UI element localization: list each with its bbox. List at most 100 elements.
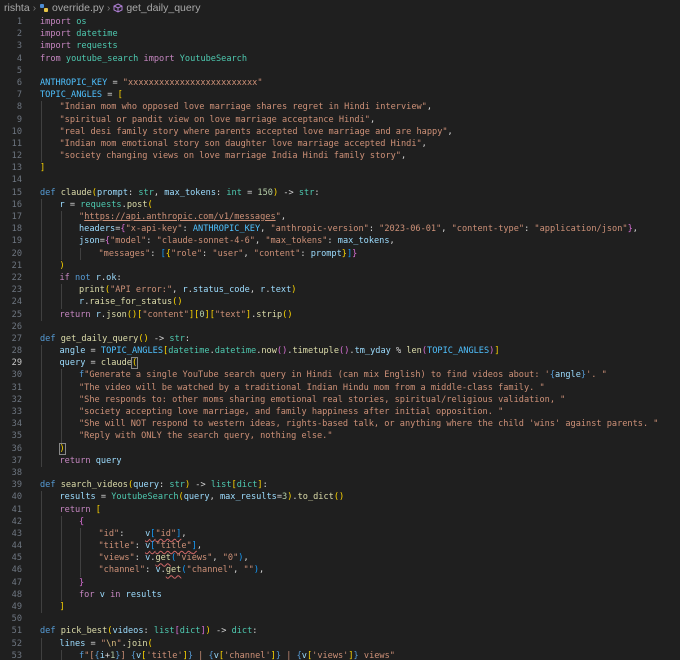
code-line[interactable]: 25 return r.json()["content"][0]["text"].… bbox=[0, 308, 680, 321]
code-line[interactable]: 13] bbox=[0, 162, 680, 174]
line-number: 51 bbox=[11, 626, 22, 637]
code-line[interactable]: 44 "title": v["title"], bbox=[0, 540, 680, 553]
code-line[interactable]: 50 bbox=[0, 613, 680, 625]
code-token: "role" bbox=[170, 248, 203, 259]
code-token: "2023-06-01" bbox=[379, 224, 442, 235]
code-line[interactable]: 42 { bbox=[0, 515, 680, 528]
code-editor[interactable]: 1 import os 2 import datetime 3 import reques… bbox=[0, 16, 680, 660]
code-line[interactable]: 40 results = YoutubeSearch(query, max_res… bbox=[0, 491, 680, 504]
breadcrumb-folder[interactable]: rishta bbox=[4, 2, 30, 14]
line-number: 40 bbox=[11, 492, 22, 503]
code-line[interactable]: 31 "The video will be watched by a tradit… bbox=[0, 381, 680, 394]
code-token: return bbox=[59, 504, 91, 515]
breadcrumb: rishta › override.py › get_daily_query bbox=[0, 0, 680, 16]
code-line[interactable]: 19 json={"model": "claude-sonnet-4-6", "m… bbox=[0, 235, 680, 248]
code-line[interactable]: 9 "spiritual or pandit view on love marri… bbox=[0, 113, 680, 126]
line-number: 4 bbox=[16, 53, 22, 64]
code-token: return bbox=[59, 455, 91, 466]
code-token: dict bbox=[179, 626, 201, 637]
code-line[interactable]: 22 if not r.ok: bbox=[0, 271, 680, 285]
code-line[interactable]: 33 "society accepting love marriage, and … bbox=[0, 406, 680, 419]
breadcrumb-file[interactable]: override.py bbox=[52, 2, 104, 14]
code-line[interactable]: 41 return [ bbox=[0, 503, 680, 516]
code-line[interactable]: 52 lines = "\n".join( bbox=[0, 637, 680, 650]
code-line[interactable]: 39 def search_videos(query: str) -> list[… bbox=[0, 479, 680, 491]
code-token: search_videos bbox=[60, 480, 128, 491]
code-line[interactable]: 1 import os bbox=[0, 16, 680, 28]
code-token: "id" bbox=[155, 528, 177, 539]
code-token: tm_yday bbox=[354, 346, 391, 357]
code-line[interactable]: 23 print("API error:", r.status_code, r.t… bbox=[0, 284, 680, 297]
code-token: -> bbox=[278, 187, 299, 198]
code-line[interactable]: 3 import requests bbox=[0, 40, 680, 52]
code-line[interactable]: 10 "real desi family story where parents … bbox=[0, 125, 680, 138]
code-line[interactable]: 21) bbox=[0, 259, 680, 272]
code-token: = bbox=[102, 90, 118, 101]
code-token: "The video will be watched by a traditio… bbox=[79, 382, 545, 393]
code-text: "She will NOT respond to western ideas, … bbox=[40, 418, 680, 430]
line-number: 45 bbox=[11, 553, 22, 564]
code-text: angle = TOPIC_ANGLES[datetime.datetime.n… bbox=[40, 345, 680, 357]
line-number: 36 bbox=[11, 443, 22, 454]
code-line[interactable]: 2 import datetime bbox=[0, 28, 680, 40]
code-token: "" bbox=[243, 565, 254, 576]
code-line[interactable]: 38 bbox=[0, 467, 680, 479]
code-token: : bbox=[216, 187, 227, 198]
code-line[interactable]: 5 bbox=[0, 65, 680, 77]
code-line[interactable]: 16 r = requests.post( bbox=[0, 198, 680, 211]
code-token: "id" bbox=[98, 528, 120, 539]
code-line[interactable]: 26 bbox=[0, 321, 680, 333]
code-token: , bbox=[181, 528, 187, 539]
code-text: "title": v["title"], bbox=[40, 540, 680, 552]
code-token: () bbox=[282, 309, 293, 320]
code-line[interactable]: 53 f"[{i+1}] {v['title']} | {v['channel']… bbox=[0, 649, 680, 660]
code-text: ) bbox=[40, 442, 680, 455]
code-line[interactable]: 6 ANTHROPIC_KEY = "xxxxxxxxxxxxxxxxxxxxxx… bbox=[0, 77, 680, 89]
code-token: ANTHROPIC_KEY bbox=[40, 77, 108, 88]
code-line[interactable]: 51 def pick_best(videos: list[dict]) -> d… bbox=[0, 625, 680, 637]
code-line[interactable]: 35 "Reply with ONLY the search query, not… bbox=[0, 430, 680, 443]
code-line[interactable]: 45 "views": v.get("views", "0"), bbox=[0, 552, 680, 565]
code-token: "views" bbox=[98, 553, 135, 564]
code-token: , bbox=[369, 114, 376, 125]
code-token: : bbox=[252, 626, 258, 637]
code-line[interactable]: 30 f"Generate a single YouTube search que… bbox=[0, 369, 680, 382]
code-token: TOPIC_ANGLES bbox=[40, 90, 103, 101]
breadcrumb-symbol[interactable]: get_daily_query bbox=[126, 2, 200, 14]
line-number: 50 bbox=[11, 614, 22, 625]
code-token: , bbox=[212, 553, 223, 564]
code-line[interactable]: 32 "She responds to: other moms sharing e… bbox=[0, 393, 680, 406]
code-line[interactable]: 7 TOPIC_ANGLES = [ bbox=[0, 89, 680, 101]
code-text: import os bbox=[40, 16, 680, 28]
code-text: f"[{i+1}] {v['title']} | {v['channel']} … bbox=[40, 650, 680, 660]
code-line[interactable]: 37 return query bbox=[0, 454, 680, 467]
line-number: 27 bbox=[11, 333, 22, 344]
code-line[interactable]: 34 "She will NOT respond to western ideas… bbox=[0, 418, 680, 431]
code-line[interactable]: 15 def claude(prompt: str, max_tokens: in… bbox=[0, 187, 680, 199]
code-line[interactable]: 47} bbox=[0, 576, 680, 589]
code-line[interactable]: 48 for v in results bbox=[0, 588, 680, 601]
code-line[interactable]: 20 "messages": [{"role": "user", "content… bbox=[0, 247, 680, 260]
code-line[interactable]: 29 query = claude( bbox=[0, 357, 680, 370]
code-line[interactable]: 27 def get_daily_query() -> str: bbox=[0, 333, 680, 345]
line-number: 44 bbox=[11, 541, 22, 552]
code-line[interactable]: 17 "https://api.anthropic.com/v1/messages… bbox=[0, 211, 680, 224]
code-line[interactable]: 36) bbox=[0, 442, 680, 455]
code-line[interactable]: 46 "channel": v.get("channel", ""), bbox=[0, 564, 680, 577]
code-line[interactable]: 49] bbox=[0, 601, 680, 614]
code-line[interactable]: 28 angle = TOPIC_ANGLES[datetime.datetime… bbox=[0, 345, 680, 358]
line-number: 24 bbox=[11, 297, 22, 308]
code-line[interactable]: 24 r.raise_for_status() bbox=[0, 296, 680, 309]
code-line[interactable]: 4 from youtube_search import YoutubeSearc… bbox=[0, 53, 680, 65]
code-text: ANTHROPIC_KEY = "xxxxxxxxxxxxxxxxxxxxxxx… bbox=[40, 77, 680, 89]
code-token: = bbox=[85, 358, 101, 369]
code-line[interactable]: 11 "Indian mom emotional story son daught… bbox=[0, 137, 680, 151]
code-line[interactable]: 18 headers={"x-api-key": ANTHROPIC_KEY, "… bbox=[0, 223, 680, 236]
code-token: for bbox=[79, 589, 95, 600]
code-token: "[ bbox=[84, 650, 95, 660]
code-line[interactable]: 12 "society changing views on love marria… bbox=[0, 150, 680, 163]
code-line[interactable]: 14 bbox=[0, 174, 680, 186]
code-line[interactable]: 43 "id": v["id"], bbox=[0, 527, 680, 541]
code-line[interactable]: 8 "Indian mom who opposed love marriage s… bbox=[0, 101, 680, 114]
code-token: } bbox=[352, 248, 358, 259]
